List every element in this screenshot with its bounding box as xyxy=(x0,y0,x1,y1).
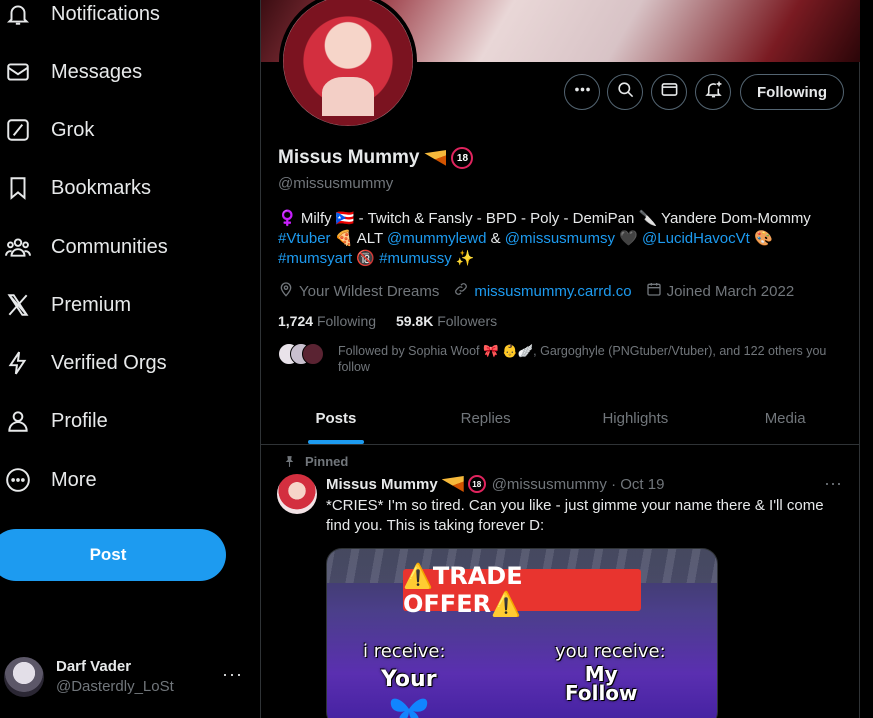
tab-media[interactable]: Media xyxy=(710,393,860,444)
pizza-icon xyxy=(441,476,464,492)
mutual-avatars xyxy=(278,343,330,367)
profile-tabs: Posts Replies Highlights Media xyxy=(261,393,860,445)
adult-18-icon: 18 xyxy=(467,475,486,493)
nav-notifications[interactable]: Notifications xyxy=(0,0,160,34)
profile-joined: Joined March 2022 xyxy=(646,281,794,301)
nav-label: Profile xyxy=(51,409,108,432)
post-more-button[interactable]: ··· xyxy=(824,473,842,494)
nav-label: Premium xyxy=(51,293,132,316)
profile-avatar[interactable] xyxy=(279,0,417,130)
profile-website[interactable]: missusmummy.carrd.co xyxy=(453,281,632,301)
pinned-post[interactable]: Pinned Missus Mummy 18 @missusmummy · Oc… xyxy=(261,446,860,718)
profile-stats: 1,724 Following 59.8K Followers xyxy=(278,313,497,329)
followers-count-link[interactable]: 59.8K Followers xyxy=(396,313,497,329)
bell-icon xyxy=(0,0,36,32)
post-text: *CRIES* I'm so tired. Can you like - jus… xyxy=(326,497,824,534)
post-handle-date[interactable]: @missusmummy · Oct 19 xyxy=(492,476,665,493)
tab-replies[interactable]: Replies xyxy=(411,393,561,444)
butterfly-icon xyxy=(390,698,428,718)
hashtag-link[interactable]: #mumsyart xyxy=(278,250,352,267)
grok-icon xyxy=(0,112,36,148)
profile-meta: Your Wildest Dreams missusmummy.carrd.co… xyxy=(278,281,808,301)
adult-18-icon: 18 xyxy=(451,147,474,169)
ellipsis-icon xyxy=(573,80,592,104)
calendar-icon xyxy=(646,281,667,301)
post-button[interactable]: Post xyxy=(0,529,226,581)
following-count-link[interactable]: 1,724 Following xyxy=(278,313,376,329)
person-icon xyxy=(0,403,36,439)
meme-left-label: i receive: xyxy=(363,641,446,662)
ellipsis-icon[interactable]: ··· xyxy=(222,664,243,685)
mention-link[interactable]: @missusmumsy xyxy=(505,230,615,247)
followers-you-know[interactable]: Followed by Sophia Woof 🎀 👶🪽, Gargoghyle… xyxy=(278,343,848,375)
hashtag-link[interactable]: #mumussy xyxy=(379,250,452,267)
nav-label: Notifications xyxy=(51,2,160,25)
post-author[interactable]: Missus Mummy xyxy=(326,476,438,493)
pizza-icon xyxy=(424,150,447,166)
nav-more[interactable]: More xyxy=(0,460,97,500)
account-display-name: Darf Vader xyxy=(56,658,132,675)
profile-display-name: Missus Mummy 18 xyxy=(278,147,474,169)
nav-communities[interactable]: Communities xyxy=(0,227,168,267)
followed-by-text: Followed by Sophia Woof 🎀 👶🪽, Gargoghyle… xyxy=(338,344,827,374)
nav-profile[interactable]: Profile xyxy=(0,401,108,441)
notify-button[interactable] xyxy=(695,74,731,110)
post-media-image[interactable]: ⚠️TRADE OFFER⚠️ i receive: you receive: … xyxy=(326,548,718,718)
account-switcher[interactable]: Darf Vader @Dasterdly_LoSt ··· xyxy=(4,654,250,700)
profile-location: Your Wildest Dreams xyxy=(278,281,439,301)
nav-label: Verified Orgs xyxy=(51,351,167,374)
meme-right-value: My Follow xyxy=(565,662,638,705)
tab-highlights[interactable]: Highlights xyxy=(561,393,711,444)
nav-label: Communities xyxy=(51,235,168,258)
nav-premium[interactable]: Premium xyxy=(0,285,131,325)
mention-link[interactable]: @mummylewd xyxy=(387,230,486,247)
pinned-indicator: Pinned xyxy=(285,454,348,469)
more-circle-icon xyxy=(0,462,36,498)
nav-label: More xyxy=(51,468,97,491)
account-username: @Dasterdly_LoSt xyxy=(56,678,174,695)
x-logo-icon xyxy=(0,287,36,323)
message-button[interactable] xyxy=(651,74,687,110)
trade-offer-banner: ⚠️TRADE OFFER⚠️ xyxy=(403,562,641,618)
location-pin-icon xyxy=(278,281,299,301)
nav-label: Grok xyxy=(51,118,95,141)
nav-bookmarks[interactable]: Bookmarks xyxy=(0,168,151,208)
profile-bio: ♀️ Milfy 🇵🇷 - Twitch & Fansly - BPD - Po… xyxy=(278,210,811,267)
link-icon xyxy=(453,281,474,301)
hashtag-link[interactable]: #Vtuber xyxy=(278,230,331,247)
pin-icon xyxy=(285,456,294,467)
meme-right-label: you receive: xyxy=(555,641,666,662)
following-button[interactable]: Following xyxy=(740,74,844,110)
nav-label: Bookmarks xyxy=(51,176,152,199)
communities-icon xyxy=(0,229,36,265)
profile-column: Following Missus Mummy 18 @missusmummy ♀… xyxy=(260,0,860,718)
envelope-icon xyxy=(0,54,36,90)
mention-link[interactable]: @LucidHavocVt xyxy=(642,230,750,247)
nav-verified-orgs[interactable]: Verified Orgs xyxy=(0,343,167,383)
profile-handle: @missusmummy xyxy=(278,175,394,192)
avatar xyxy=(4,657,44,697)
envelope-icon xyxy=(660,80,679,104)
avatar xyxy=(302,343,324,365)
nav-grok[interactable]: Grok xyxy=(0,110,94,150)
bookmark-icon xyxy=(0,170,36,206)
nav-label: Messages xyxy=(51,60,143,83)
more-options-button[interactable] xyxy=(564,74,600,110)
post-header: Missus Mummy 18 @missusmummy · Oct 19 xyxy=(326,475,664,493)
nav-messages[interactable]: Messages xyxy=(0,52,142,92)
meme-left-value: Your xyxy=(381,667,437,692)
avatar[interactable] xyxy=(277,474,317,514)
search-profile-button[interactable] xyxy=(607,74,643,110)
lightning-icon xyxy=(0,345,36,381)
left-navigation: Notifications Messages Grok Bookmarks Co… xyxy=(0,0,260,718)
tab-posts[interactable]: Posts xyxy=(261,393,411,444)
bell-plus-icon xyxy=(704,80,723,104)
search-icon xyxy=(616,80,635,104)
